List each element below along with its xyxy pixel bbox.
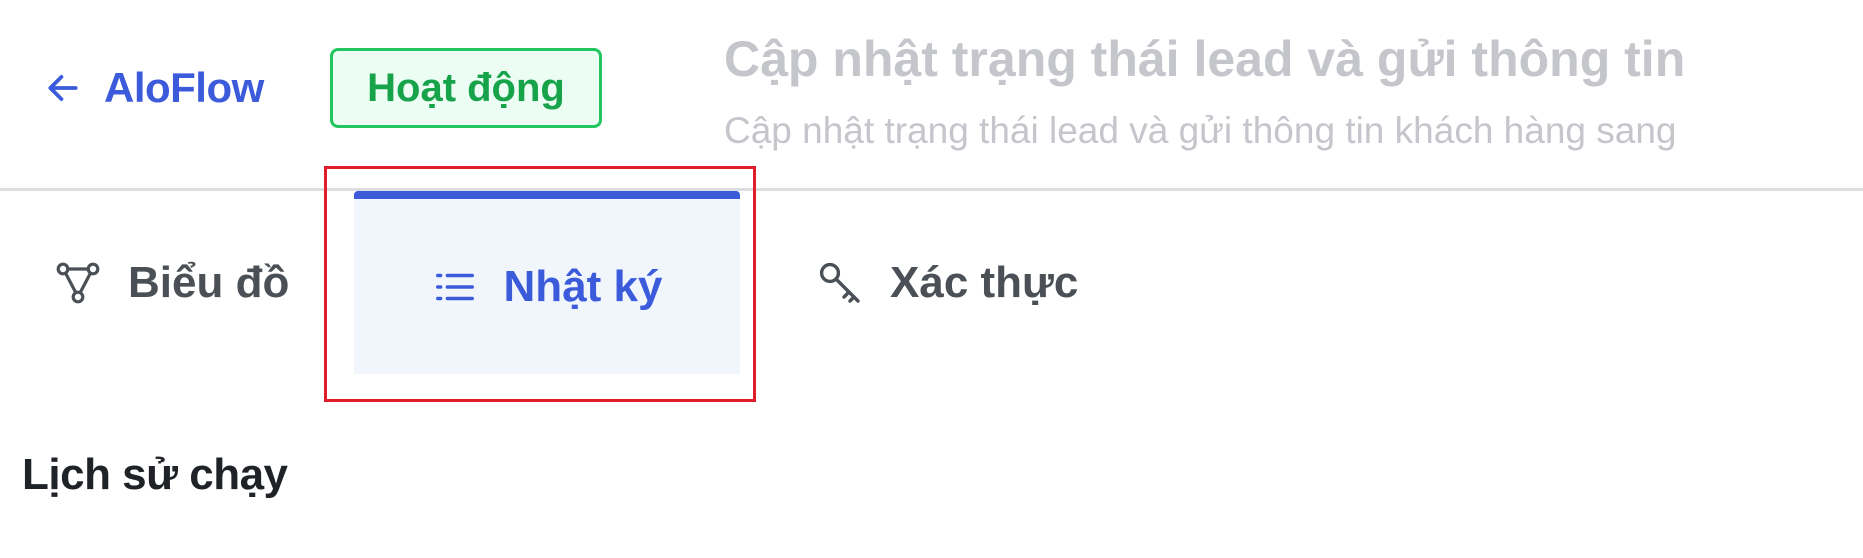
tab-diagram[interactable]: Biểu đồ [54, 191, 289, 374]
tab-authentication-label: Xác thực [890, 257, 1079, 307]
run-history-title: Lịch sử chạy [22, 450, 288, 499]
key-icon [819, 262, 860, 303]
back-label: AloFlow [104, 64, 264, 111]
diagram-icon [56, 262, 100, 303]
flow-title: Cập nhật trạng thái lead và gửi thông ti… [724, 31, 1684, 87]
tab-logs-label: Nhật ký [503, 261, 663, 311]
back-button[interactable]: AloFlow [44, 56, 264, 120]
list-icon [435, 273, 474, 300]
tab-bar: Biểu đồ Nhật ký Xác thực [0, 191, 1863, 374]
page: AloFlow Hoạt động Cập nhật trạng thái le… [0, 0, 1863, 558]
flow-description: Cập nhật trạng thái lead và gửi thông ti… [724, 110, 1684, 151]
tab-logs[interactable]: Nhật ký [354, 191, 740, 374]
arrow-left-icon [48, 75, 78, 101]
status-badge: Hoạt động [330, 48, 602, 128]
flow-header: AloFlow Hoạt động Cập nhật trạng thái le… [0, 0, 1863, 191]
tab-authentication[interactable]: Xác thực [816, 191, 1078, 374]
tab-diagram-label: Biểu đồ [128, 257, 290, 307]
flow-title-block: Cập nhật trạng thái lead và gửi thông ti… [724, 24, 1684, 156]
